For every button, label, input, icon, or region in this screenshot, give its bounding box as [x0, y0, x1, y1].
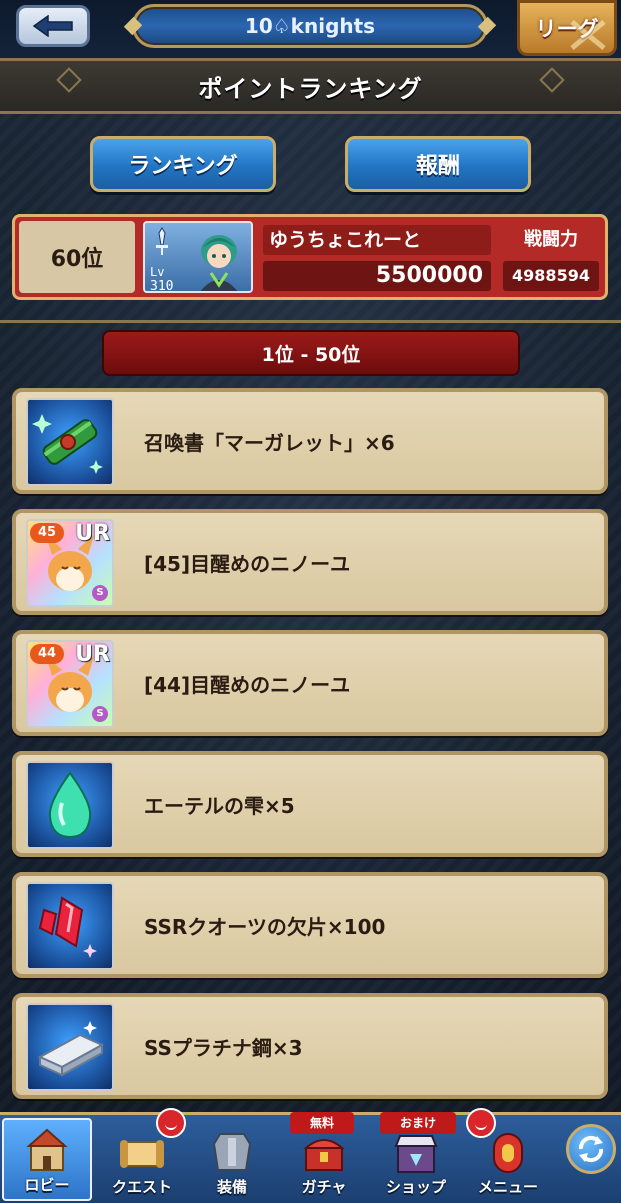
reward-label: [45]目醒めのニノーユ [144, 551, 351, 576]
bonus-tag: おまけ [380, 1112, 456, 1134]
summon-scroll-icon [26, 398, 114, 486]
nav-gacha-label: ガチャ [301, 1178, 347, 1196]
nav-menu-label: メニュー [477, 1178, 538, 1196]
nav-lobby[interactable]: ロビー [2, 1118, 92, 1201]
rarity-badge: UR [75, 521, 110, 546]
nav-quest-label: クエスト [111, 1178, 172, 1196]
ether-drop-icon [26, 761, 114, 849]
menu-icon [493, 1133, 523, 1173]
s-mark-badge: S [92, 585, 108, 601]
reward-row[interactable]: 44 UR S [44]目醒めのニノーユ [12, 630, 608, 736]
shop-icon [394, 1135, 438, 1173]
team-name-plate: 10♤knights [132, 4, 488, 48]
nav-equipment-label: 装備 [216, 1178, 247, 1196]
page-title-bar: ポイントランキング [0, 58, 621, 114]
reward-label: [44]目醒めのニノーユ [144, 672, 351, 697]
card-level-badge: 44 [30, 644, 64, 664]
refresh-button[interactable] [566, 1124, 616, 1174]
tab-reward[interactable]: 報酬 [345, 136, 531, 192]
player-points: 5500000 [263, 261, 491, 291]
nav-lobby-label: ロビー [24, 1176, 70, 1194]
heading-ornament-left [56, 67, 82, 93]
back-button[interactable] [16, 5, 90, 47]
power-label: 戦闘力 [524, 229, 578, 250]
rarity-badge: UR [75, 642, 110, 667]
top-bar: 10♤knights リーグ [0, 0, 621, 58]
nav-shop-label: ショップ [385, 1178, 446, 1196]
my-rank-position: 60位 [19, 221, 135, 293]
power-value: 4988594 [503, 261, 599, 291]
sword-class-icon [156, 227, 168, 255]
heading-ornament-right [539, 67, 565, 93]
level-value: 310 [150, 279, 174, 293]
reward-label: 召喚書「マーガレット」×6 [144, 430, 395, 455]
reward-row[interactable]: 召喚書「マーガレット」×6 [12, 388, 608, 494]
card-level-badge: 45 [30, 523, 64, 543]
reward-label: SSRクオーツの欠片×100 [144, 914, 386, 939]
quest-notification-icon [156, 1108, 186, 1138]
reward-row[interactable]: 45 UR S [45]目醒めのニノーユ [12, 509, 608, 615]
castle-icon [26, 1128, 68, 1171]
level-label: Lv [150, 265, 165, 279]
avatar[interactable]: Lv 310 [143, 221, 253, 293]
nav-equipment[interactable]: 装備 [190, 1123, 274, 1201]
hero-portrait-icon [200, 235, 238, 291]
armor-icon [212, 1133, 252, 1171]
ninoyu-card-icon: 45 UR S [26, 519, 114, 607]
tab-ranking[interactable]: ランキング [90, 136, 276, 192]
s-mark-badge: S [92, 706, 108, 722]
treasure-chest-icon [303, 1139, 345, 1171]
nav-shop[interactable]: ショップ [374, 1123, 458, 1201]
nav-gacha[interactable]: ガチャ [282, 1123, 366, 1201]
back-arrow-icon [32, 15, 73, 37]
league-button[interactable]: リーグ [517, 0, 617, 56]
team-name: 10♤knights [244, 14, 376, 38]
free-tag: 無料 [290, 1112, 354, 1134]
quartz-shard-icon [26, 882, 114, 970]
reward-row[interactable]: SSRクオーツの欠片×100 [12, 872, 608, 978]
menu-notification-icon [466, 1108, 496, 1138]
rank-range-banner: 1位 - 50位 [104, 332, 518, 374]
quest-scroll-icon [120, 1140, 164, 1168]
reward-label: エーテルの雫×5 [144, 793, 295, 818]
my-rank-card: 60位 Lv 310 ゆうちょこれーと 5500000 戦闘力 4988594 [12, 214, 608, 300]
platinum-ingot-icon [26, 1003, 114, 1091]
player-name: ゆうちょこれーと [263, 225, 491, 255]
crossed-swords-icon [570, 20, 606, 50]
ninoyu-card-icon: 44 UR S [26, 640, 114, 728]
reward-row[interactable]: SSプラチナ鋼×3 [12, 993, 608, 1099]
refresh-icon [578, 1135, 604, 1163]
page-title: ポイントランキング [198, 74, 423, 103]
reward-row[interactable]: エーテルの雫×5 [12, 751, 608, 857]
reward-label: SSプラチナ鋼×3 [144, 1035, 303, 1060]
